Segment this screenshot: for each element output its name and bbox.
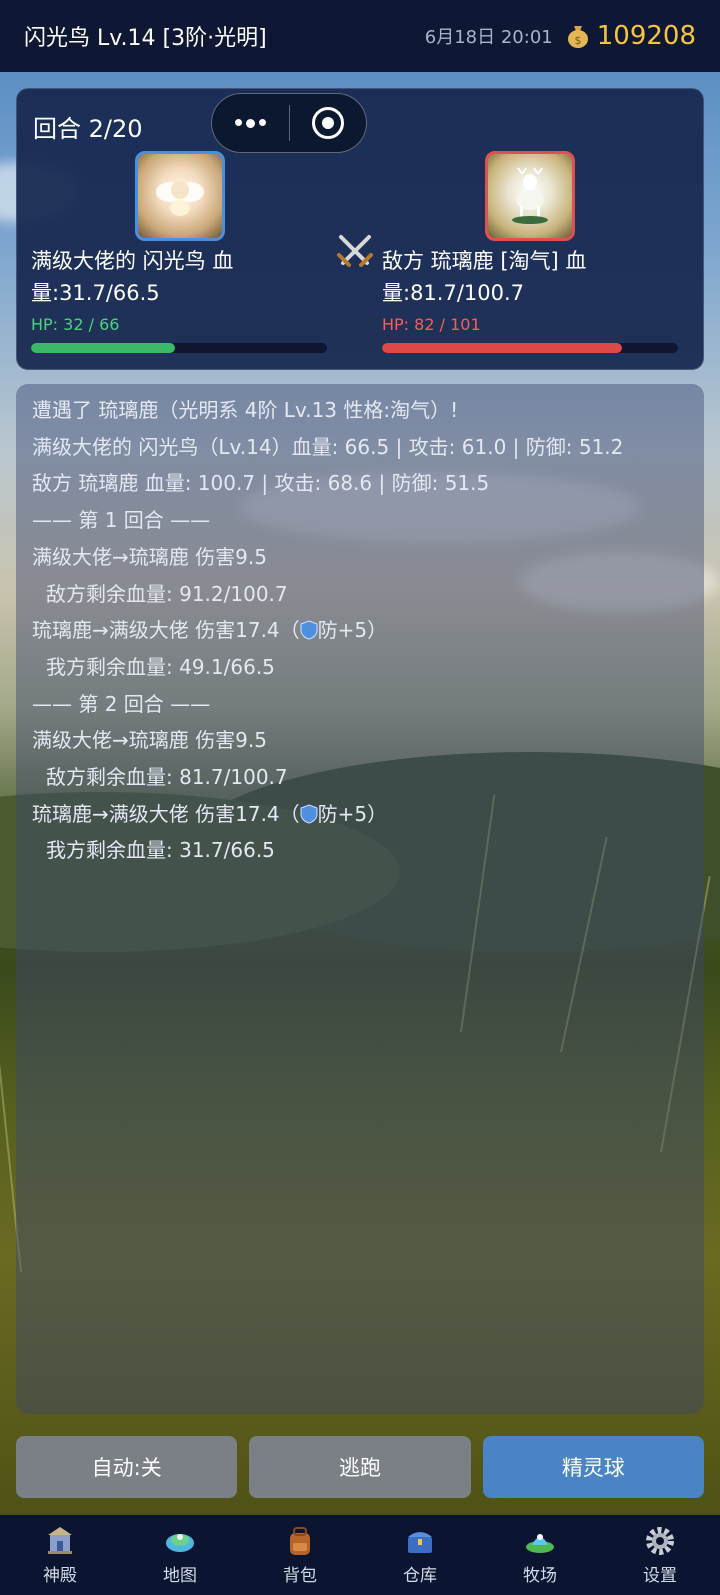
log-line: —— 第 1 回合 —— (32, 508, 211, 533)
enemy-name: 敌方 琉璃鹿 [淘气] 血 量:81.7/100.7 (382, 249, 587, 305)
nav-map[interactable]: 地图 (120, 1515, 240, 1595)
more-menu-button[interactable] (212, 93, 289, 153)
log-line: 琉璃鹿→满级大佬 伤害17.4（ 防+5） (32, 618, 388, 643)
glass-deer-icon (512, 167, 548, 224)
game-time: 6月18日 20:01 (424, 27, 553, 48)
more-dots-icon (234, 118, 266, 128)
map-icon (166, 1533, 194, 1552)
treasure-chest-icon (408, 1531, 432, 1553)
battle-log[interactable]: 遭遇了 琉璃鹿（光明系 4阶 Lv.13 性格:淘气）! 满级大佬的 闪光鸟（L… (16, 384, 704, 1414)
round-counter: 回合 2/20 (33, 115, 143, 143)
coin-balance: $ 109208 (565, 21, 696, 51)
coin-amount: 109208 (596, 21, 696, 51)
log-line: 敌方剩余血量: 81.7/100.7 (46, 765, 288, 790)
capture-ball-button[interactable]: 精灵球 (482, 1436, 704, 1498)
status-bar: 闪光鸟 Lv.14 [3阶·光明] 6月18日 20:01 $ 109208 (0, 0, 720, 72)
player-portrait (135, 151, 225, 241)
ranch-icon (526, 1533, 554, 1553)
gear-icon (646, 1526, 674, 1555)
crossed-swords-icon (337, 235, 373, 267)
enemy-hp-bar (382, 343, 678, 353)
pet-title: 闪光鸟 Lv.14 [3阶·光明] (24, 26, 267, 51)
log-line: 琉璃鹿→满级大佬 伤害17.4（ 防+5） (32, 801, 388, 826)
enemy-hp-text: HP: 82 / 101 (382, 315, 481, 334)
log-line: 遭遇了 琉璃鹿（光明系 4阶 Lv.13 性格:淘气）! (32, 398, 459, 422)
flee-button[interactable]: 逃跑 (249, 1436, 471, 1498)
bottom-nav: 神殿 地图 背包 仓库 牧场 设置 (0, 1515, 720, 1595)
log-line: 敌方剩余血量: 91.2/100.7 (46, 581, 288, 606)
log-line: —— 第 2 回合 —— (32, 691, 211, 716)
nav-settings[interactable]: 设置 (600, 1515, 720, 1595)
player-name: 满级大佬的 闪光鸟 血 量:31.7/66.5 (31, 249, 234, 305)
player-hp-fill (31, 343, 175, 353)
nav-temple[interactable]: 神殿 (0, 1515, 120, 1595)
backpack-icon (290, 1526, 310, 1555)
log-line: 满级大佬的 闪光鸟（Lv.14）血量: 66.5 | 攻击: 61.0 | 防御… (32, 434, 624, 459)
svg-text:$: $ (574, 34, 581, 47)
log-line: 满级大佬→琉璃鹿 伤害9.5 (32, 728, 267, 753)
target-icon (311, 107, 344, 139)
nav-ranch[interactable]: 牧场 (480, 1515, 600, 1595)
temple-icon (48, 1526, 72, 1554)
enemy-portrait (485, 151, 575, 241)
money-bag-icon: $ (567, 26, 588, 48)
flash-bird-icon (156, 181, 204, 216)
auto-toggle-button[interactable]: 自动:关 (16, 1436, 238, 1498)
close-capsule-button[interactable] (290, 93, 367, 153)
player-hp-text: HP: 32 / 66 (31, 315, 120, 334)
player-hp-bar (31, 343, 327, 353)
log-line: 敌方 琉璃鹿 血量: 100.7 | 攻击: 68.6 | 防御: 51.5 (32, 471, 490, 496)
shield-icon (300, 804, 318, 824)
log-line: 我方剩余血量: 49.1/66.5 (46, 654, 275, 679)
mini-program-capsule (211, 93, 367, 153)
enemy-hp-fill (382, 343, 623, 353)
shield-icon (300, 620, 318, 640)
battle-actions: 自动:关 逃跑 精灵球 (16, 1436, 704, 1498)
log-line: 我方剩余血量: 31.7/66.5 (46, 838, 275, 863)
battle-status-card: 回合 2/20 满级大佬的 闪光鸟 血 量:31.7/66.5 敌方 琉璃鹿 [… (16, 88, 704, 370)
nav-backpack[interactable]: 背包 (240, 1515, 360, 1595)
nav-warehouse[interactable]: 仓库 (360, 1515, 480, 1595)
log-line: 满级大佬→琉璃鹿 伤害9.5 (32, 544, 267, 569)
